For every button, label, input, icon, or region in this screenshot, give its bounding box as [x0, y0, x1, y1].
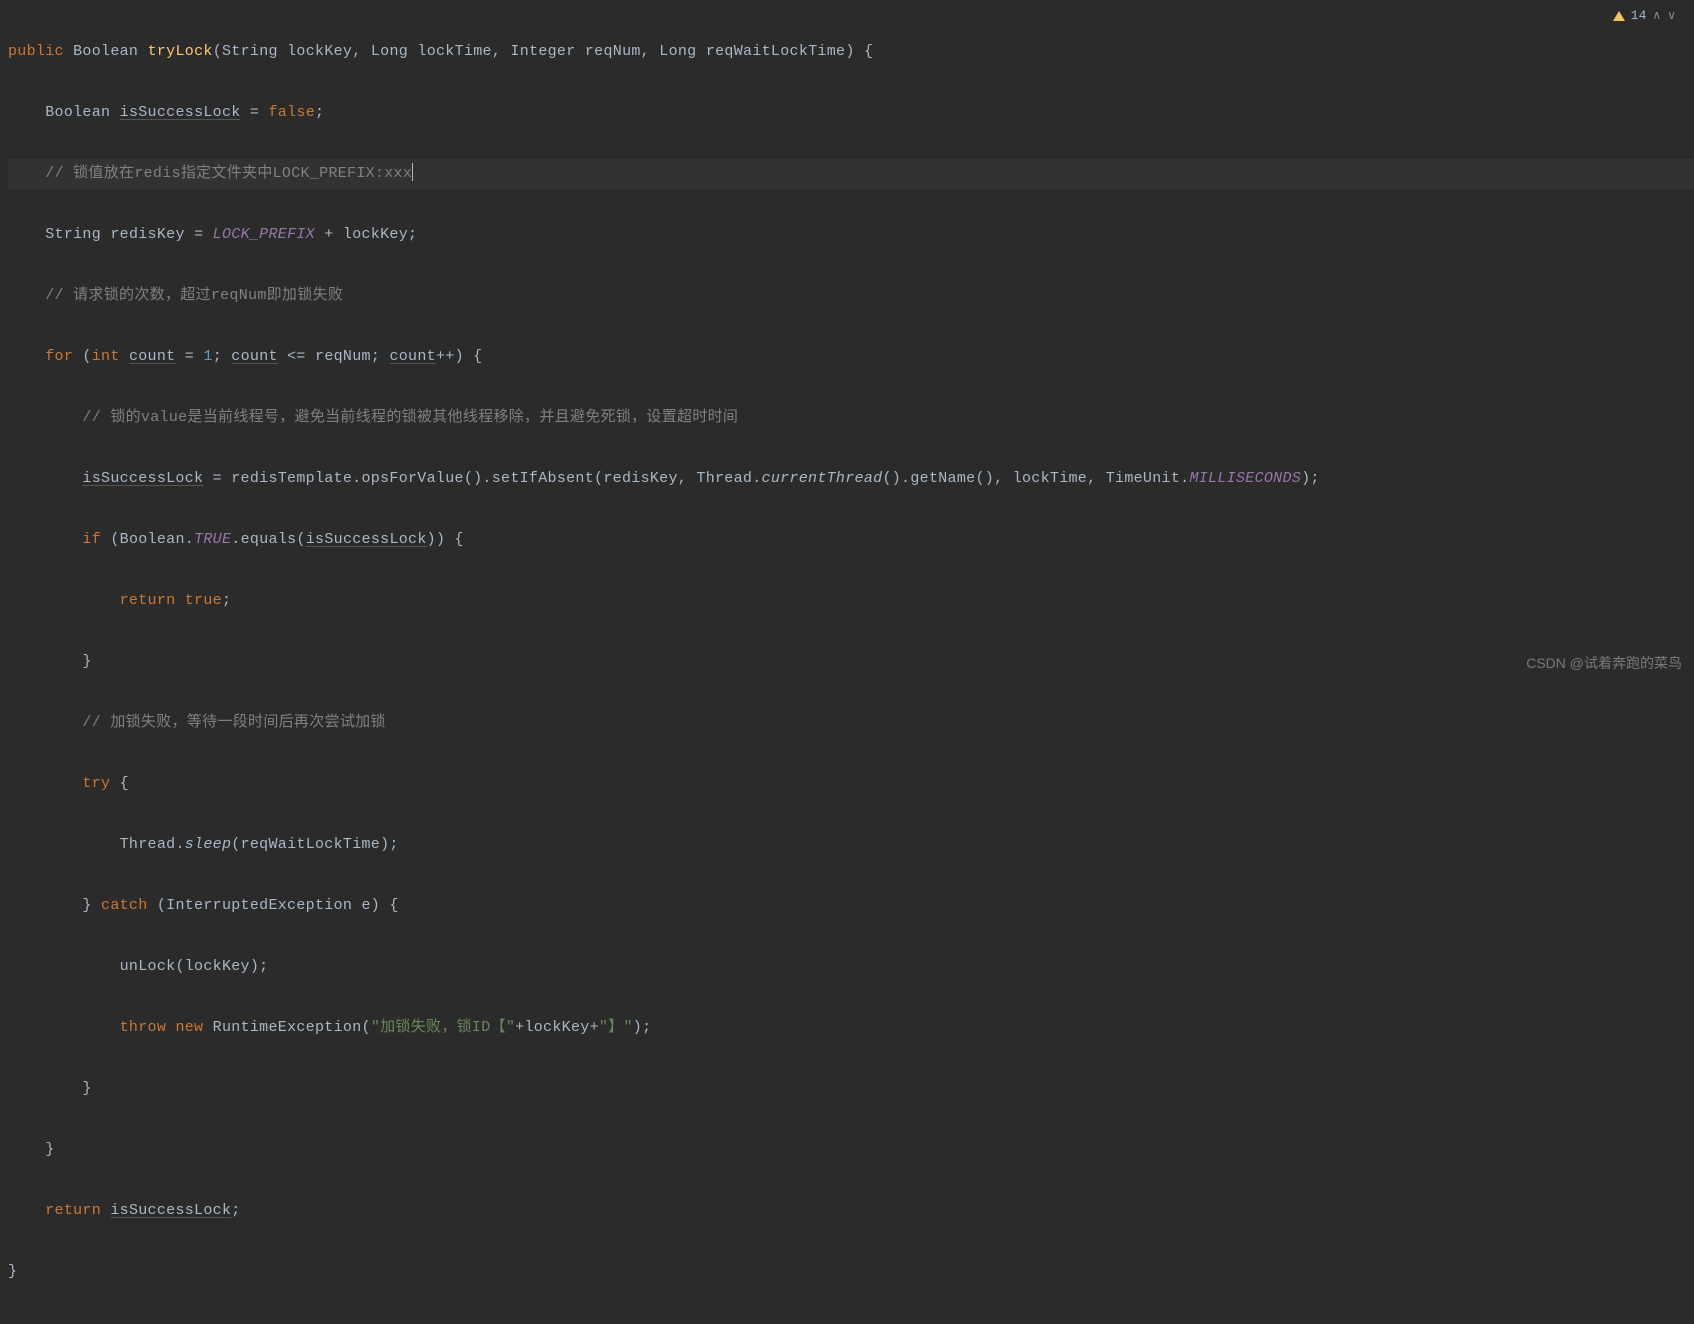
code-line: }	[8, 1135, 1694, 1166]
code-line: return true;	[8, 586, 1694, 617]
code-line: String redisKey = LOCK_PREFIX + lockKey;	[8, 220, 1694, 251]
code-line: Thread.sleep(reqWaitLockTime);	[8, 830, 1694, 861]
warning-count: 14	[1631, 8, 1647, 23]
code-line: if (Boolean.TRUE.equals(isSuccessLock)) …	[8, 525, 1694, 556]
code-line: // 加锁失败，等待一段时间后再次尝试加锁	[8, 708, 1694, 739]
code-line: unLock(lockKey);	[8, 952, 1694, 983]
code-editor[interactable]: public Boolean tryLock(String lockKey, L…	[0, 0, 1694, 1324]
code-line: // 请求锁的次数，超过reqNum即加锁失败	[8, 281, 1694, 312]
code-line: throw new RuntimeException("加锁失败，锁ID【"+l…	[8, 1013, 1694, 1044]
text-cursor	[412, 163, 413, 181]
code-line: isSuccessLock = redisTemplate.opsForValu…	[8, 464, 1694, 495]
code-line: Boolean isSuccessLock = false;	[8, 98, 1694, 129]
code-line: }	[8, 1257, 1694, 1288]
code-line-active: // 锁值放在redis指定文件夹中LOCK_PREFIX:xxx	[8, 159, 1694, 190]
problems-badge[interactable]: 14 ∧ ∨	[1613, 8, 1676, 23]
code-line: } catch (InterruptedException e) {	[8, 891, 1694, 922]
watermark-text: CSDN @试着奔跑的菜鸟	[1526, 653, 1682, 673]
code-line: for (int count = 1; count <= reqNum; cou…	[8, 342, 1694, 373]
code-line: public Boolean tryLock(String lockKey, L…	[8, 37, 1694, 68]
code-line: }	[8, 647, 1694, 678]
code-line: // 锁的value是当前线程号，避免当前线程的锁被其他线程移除，并且避免死锁，…	[8, 403, 1694, 434]
warning-icon	[1613, 11, 1625, 21]
code-line: return isSuccessLock;	[8, 1196, 1694, 1227]
chevron-down-icon: ∨	[1667, 8, 1676, 23]
code-line: try {	[8, 769, 1694, 800]
code-line: }	[8, 1074, 1694, 1105]
chevron-up-icon: ∧	[1652, 8, 1661, 23]
